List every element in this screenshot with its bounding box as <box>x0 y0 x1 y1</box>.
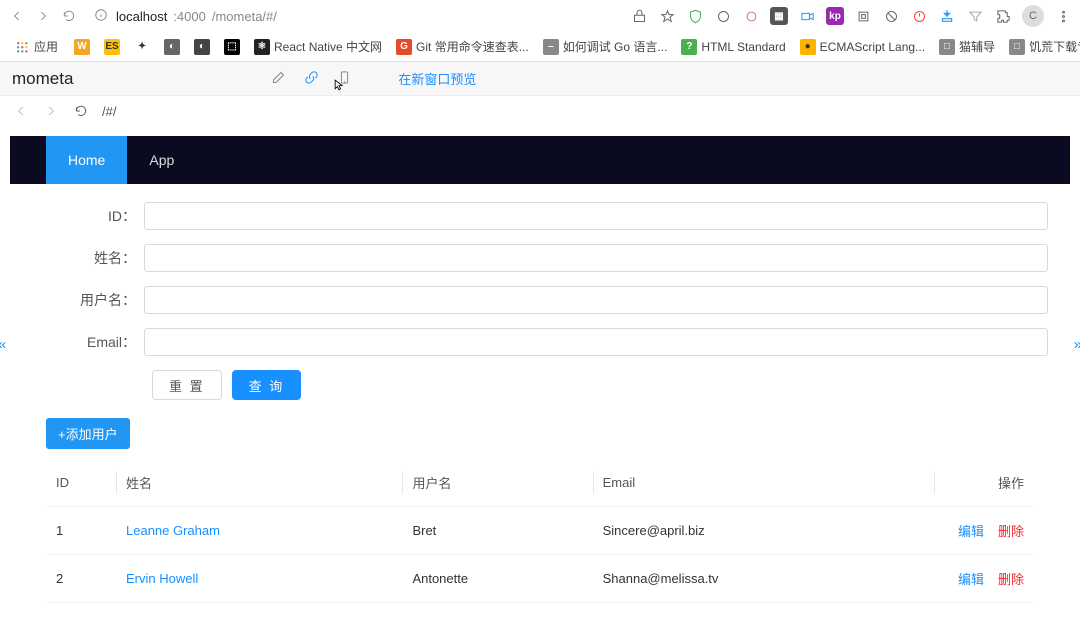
search-form: ID： 姓名： 用户名： Email： 重 置 查 询 <box>10 184 1070 408</box>
nav-item-app[interactable]: App <box>127 136 196 184</box>
delete-link[interactable]: 删除 <box>998 524 1024 539</box>
form-label: ID： <box>32 206 144 226</box>
bookmark-favicon-icon: ⚛ <box>254 39 270 55</box>
add-user-button[interactable]: +添加用户 <box>46 418 130 449</box>
user-table: ID姓名用户名Email操作 1Leanne GrahamBretSincere… <box>10 453 1070 609</box>
delete-link[interactable]: 删除 <box>998 572 1024 587</box>
profile-avatar[interactable]: C <box>1022 5 1044 27</box>
form-label: 用户名： <box>32 290 144 310</box>
app-header: mometa 在新窗口预览 <box>0 62 1080 96</box>
panel-expand-left-icon[interactable]: « <box>0 336 6 353</box>
back-button[interactable] <box>8 7 26 25</box>
toolbar-icons: ▦ kp C <box>630 5 1072 27</box>
bookmark-star-icon[interactable] <box>658 7 676 25</box>
bookmark-favicon-icon: ES <box>104 39 120 55</box>
table-header: Email <box>593 459 934 507</box>
inner-forward-button[interactable] <box>42 102 60 120</box>
form-input-0[interactable] <box>144 202 1048 230</box>
bookmark-favicon-icon: □ <box>1009 39 1025 55</box>
user-name-link[interactable]: Ervin Howell <box>126 571 198 586</box>
bookmark-favicon-icon: G <box>396 39 412 55</box>
bookmark-item[interactable]: W <box>68 36 96 57</box>
panel-expand-right-icon[interactable]: » <box>1074 336 1080 353</box>
edit-link[interactable]: 编辑 <box>958 524 984 539</box>
bookmark-item[interactable]: –如何调试 Go 语言... <box>537 36 674 57</box>
url-port: :4000 <box>173 9 206 24</box>
inner-reload-button[interactable] <box>72 102 90 120</box>
reload-button[interactable] <box>60 7 78 25</box>
shield-icon[interactable] <box>686 7 704 25</box>
table-row: 2Ervin HowellAntonetteShanna@melissa.tv编… <box>46 555 1034 603</box>
bookmark-favicon-icon: ✦ <box>134 39 150 55</box>
search-button[interactable]: 查 询 <box>232 370 302 400</box>
edit-link[interactable]: 编辑 <box>958 572 984 587</box>
apps-label: 应用 <box>34 38 58 55</box>
bookmark-favicon-icon: ◐ <box>164 39 180 55</box>
bookmark-favicon-icon: ◐ <box>194 39 210 55</box>
table-header: 操作 <box>934 459 1034 507</box>
bookmark-favicon-icon: – <box>543 39 559 55</box>
bookmark-item[interactable]: ●ECMAScript Lang... <box>794 36 931 57</box>
qr-icon[interactable]: ▦ <box>770 7 788 25</box>
table-row: 1Leanne GrahamBretSincere@april.biz编辑删除 <box>46 507 1034 555</box>
bookmark-item[interactable]: ⚛React Native 中文网 <box>248 36 388 57</box>
bookmark-favicon-icon: □ <box>939 39 955 55</box>
bookmark-item[interactable]: ◐ <box>158 36 186 57</box>
bookmark-favicon-icon: ⬚ <box>224 39 240 55</box>
bookmark-item[interactable]: ⬚ <box>218 36 246 57</box>
browser-nav-bar: localhost :4000/mometa/#/ ▦ kp C <box>0 0 1080 32</box>
table-header: 姓名 <box>116 459 402 507</box>
mobile-icon[interactable] <box>337 70 352 88</box>
bookmark-item[interactable]: ✦ <box>128 36 156 57</box>
form-input-2[interactable] <box>144 286 1048 314</box>
bookmark-item[interactable]: ◐ <box>188 36 216 57</box>
inner-back-button[interactable] <box>12 102 30 120</box>
extension-icon-1[interactable] <box>742 7 760 25</box>
site-info-icon <box>94 8 110 25</box>
page-container: « » HomeApp ID： 姓名： 用户名： Email： 重 置 查 询 +添加… <box>0 126 1080 619</box>
url-path: /mometa/#/ <box>212 9 277 24</box>
bookmark-favicon-icon: ? <box>681 39 697 55</box>
bookmark-item[interactable]: □猫辅导 <box>933 36 1001 57</box>
app-title: mometa <box>12 69 73 89</box>
forward-button[interactable] <box>34 7 52 25</box>
table-header: 用户名 <box>402 459 592 507</box>
power-icon[interactable] <box>910 7 928 25</box>
form-label: Email： <box>32 332 144 352</box>
form-label: 姓名： <box>32 248 144 268</box>
block-icon[interactable] <box>882 7 900 25</box>
reset-button[interactable]: 重 置 <box>152 370 222 400</box>
apps-button[interactable]: 应用 <box>8 36 64 57</box>
puzzle-icon[interactable] <box>854 7 872 25</box>
inner-path: /#/ <box>102 104 116 119</box>
menu-icon[interactable] <box>1054 7 1072 25</box>
bookmark-item[interactable]: □饥荒下载专题_中文... <box>1003 36 1080 57</box>
extensions-icon[interactable] <box>994 7 1012 25</box>
edit-icon[interactable] <box>271 70 286 88</box>
inner-nav-bar: /#/ <box>0 96 1080 126</box>
bookmark-item[interactable]: GGit 常用命令速查表... <box>390 36 535 57</box>
link-icon[interactable] <box>304 70 319 88</box>
apps-grid-icon <box>14 39 30 55</box>
bookmark-item[interactable]: ES <box>98 36 126 57</box>
url-host: localhost <box>116 9 167 24</box>
video-icon[interactable] <box>798 7 816 25</box>
table-header: ID <box>46 459 116 507</box>
download-icon[interactable] <box>938 7 956 25</box>
main-navbar: HomeApp <box>10 136 1070 184</box>
preview-link[interactable]: 在新窗口预览 <box>398 69 476 88</box>
nav-item-home[interactable]: Home <box>46 136 127 184</box>
bookmark-bar: 应用 W ES ✦ ◐ ◐ ⬚ ⚛React Native 中文网GGit 常用命令速查表.… <box>0 32 1080 62</box>
bookmark-favicon-icon: ● <box>800 39 816 55</box>
form-input-1[interactable] <box>144 244 1048 272</box>
user-name-link[interactable]: Leanne Graham <box>126 523 220 538</box>
bookmark-item[interactable]: ?HTML Standard <box>675 36 791 57</box>
bookmark-favicon-icon: W <box>74 39 90 55</box>
circle-icon[interactable] <box>714 7 732 25</box>
share-icon[interactable] <box>630 7 648 25</box>
form-input-3[interactable] <box>144 328 1048 356</box>
url-bar[interactable]: localhost :4000/mometa/#/ <box>86 6 622 27</box>
filter-icon[interactable] <box>966 7 984 25</box>
extension-icon-2[interactable]: kp <box>826 7 844 25</box>
